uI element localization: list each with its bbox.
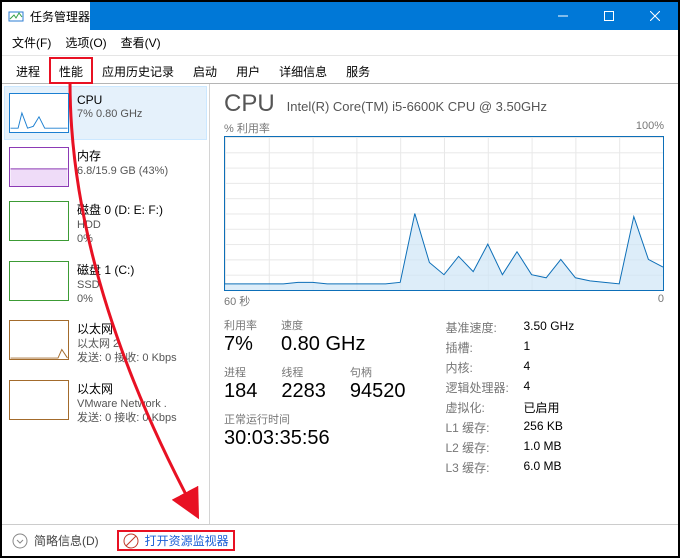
tab-details[interactable]: 详细信息 [269,57,337,84]
sidebar[interactable]: CPU 7% 0.80 GHz 内存 6.8/15.9 GB (43%) 磁盘 … [2,84,210,524]
tab-startup[interactable]: 启动 [183,57,227,84]
tab-app-history[interactable]: 应用历史记录 [92,57,184,84]
page-title: CPU [224,90,275,118]
resource-monitor-icon [123,533,139,549]
sidebar-item-memory[interactable]: 内存 6.8/15.9 GB (43%) [4,140,207,194]
chart-xmin: 0 [658,293,664,309]
app-icon [8,8,24,24]
cpu-utilization: 7% [224,333,257,356]
disk-thumb-icon [9,261,69,301]
menu-bar: 文件(F) 选项(O) 查看(V) [2,30,678,56]
main-panel: CPU Intel(R) Core(TM) i5-6600K CPU @ 3.5… [210,84,678,524]
minimize-button[interactable] [540,2,586,30]
chevron-down-circle-icon [12,533,28,549]
ethernet-thumb-icon [9,380,69,420]
close-button[interactable] [632,2,678,30]
tab-strip: 进程 性能 应用历史记录 启动 用户 详细信息 服务 [2,56,678,84]
ethernet-thumb-icon [9,320,69,360]
sidebar-item-cpu[interactable]: CPU 7% 0.80 GHz [4,86,207,140]
cpu-processes: 184 [224,380,257,403]
cpu-thumb-icon [9,93,69,133]
cpu-utilization-chart[interactable] [224,136,664,291]
chart-xmax: 60 秒 [224,293,250,309]
fewer-details-button[interactable]: 简略信息(D) [12,532,99,549]
tab-services[interactable]: 服务 [336,57,380,84]
cpu-uptime: 30:03:35:56 [224,427,406,450]
menu-options[interactable]: 选项(O) [65,34,106,51]
chart-ymax: 100% [636,120,664,136]
cpu-speed: 0.80 GHz [281,333,365,356]
menu-view[interactable]: 查看(V) [121,34,161,51]
chart-ylabel: % 利用率 [224,120,270,136]
status-bar: 简略信息(D) 打开资源监视器 [2,524,678,556]
sidebar-item-disk-1[interactable]: 磁盘 1 (C:) SSD 0% [4,254,207,314]
sidebar-item-label: CPU [77,93,142,107]
menu-file[interactable]: 文件(F) [12,34,51,51]
tab-processes[interactable]: 进程 [6,57,50,84]
sidebar-item-ethernet-2[interactable]: 以太网 VMware Network . 发送: 0 接收: 0 Kbps [4,373,207,433]
cpu-handles: 94520 [350,380,406,403]
open-resource-monitor-link[interactable]: 打开资源监视器 [117,530,235,551]
sidebar-item-disk-0[interactable]: 磁盘 0 (D: E: F:) HDD 0% [4,194,207,254]
tab-users[interactable]: 用户 [226,57,270,84]
disk-thumb-icon [9,201,69,241]
maximize-button[interactable] [586,2,632,30]
title-bar: 任务管理器 [2,2,678,30]
cpu-threads: 2283 [281,380,326,403]
tab-performance[interactable]: 性能 [49,57,93,84]
memory-thumb-icon [9,147,69,187]
cpu-model: Intel(R) Core(TM) i5-6600K CPU @ 3.50GHz [287,99,547,114]
window-title: 任务管理器 [30,8,90,25]
sidebar-item-ethernet-1[interactable]: 以太网 以太网 2 发送: 0 接收: 0 Kbps [4,313,207,373]
